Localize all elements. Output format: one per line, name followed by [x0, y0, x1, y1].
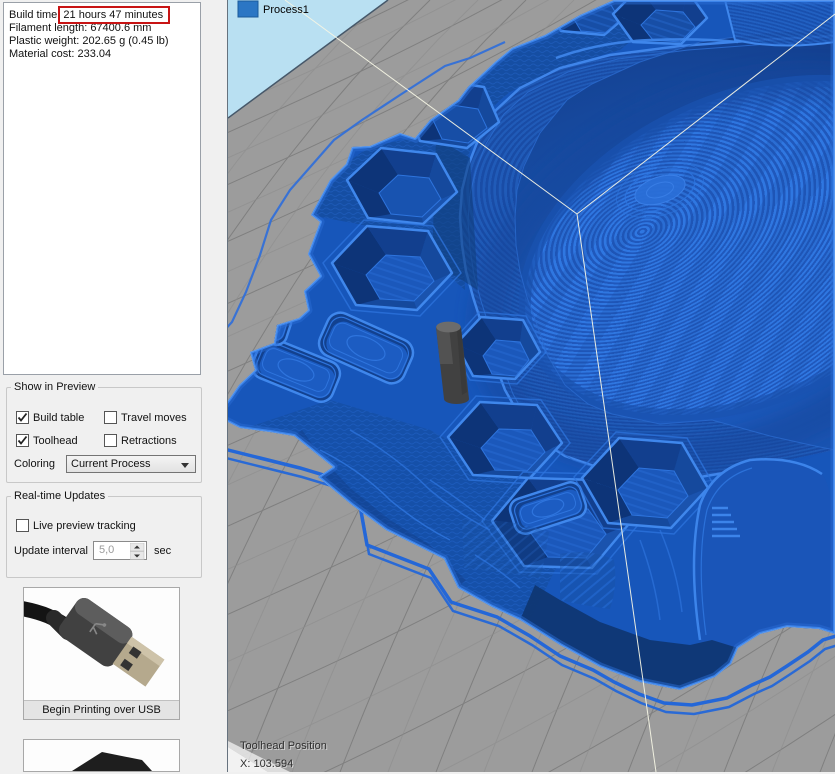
svg-text:Toolhead Position: Toolhead Position — [240, 740, 327, 752]
svg-text:X: 103.594: X: 103.594 — [240, 758, 293, 770]
svg-text:Process1: Process1 — [263, 4, 309, 16]
